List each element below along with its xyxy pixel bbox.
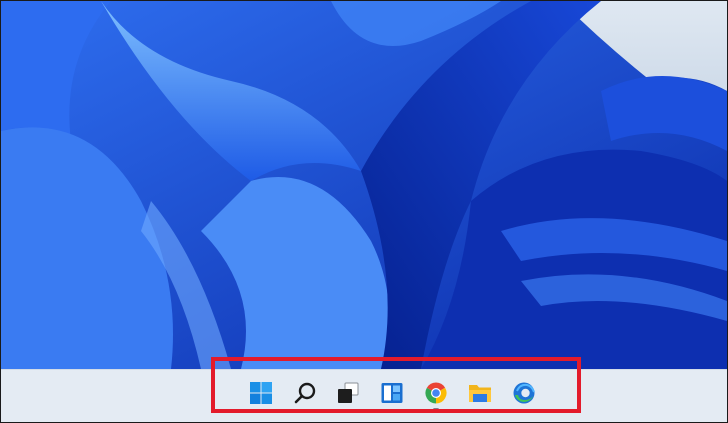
search-icon[interactable] [290,378,320,408]
chrome-running-indicator [433,408,439,411]
task-view-icon[interactable] [333,378,363,408]
file-explorer-icon[interactable] [465,378,495,408]
chrome-icon[interactable] [421,378,451,408]
edge-icon[interactable] [509,378,539,408]
windows-start-icon[interactable] [246,378,276,408]
taskbar [1,369,727,422]
screenshot-frame [0,0,728,423]
desktop-wallpaper [1,1,727,369]
widgets-icon[interactable] [377,378,407,408]
